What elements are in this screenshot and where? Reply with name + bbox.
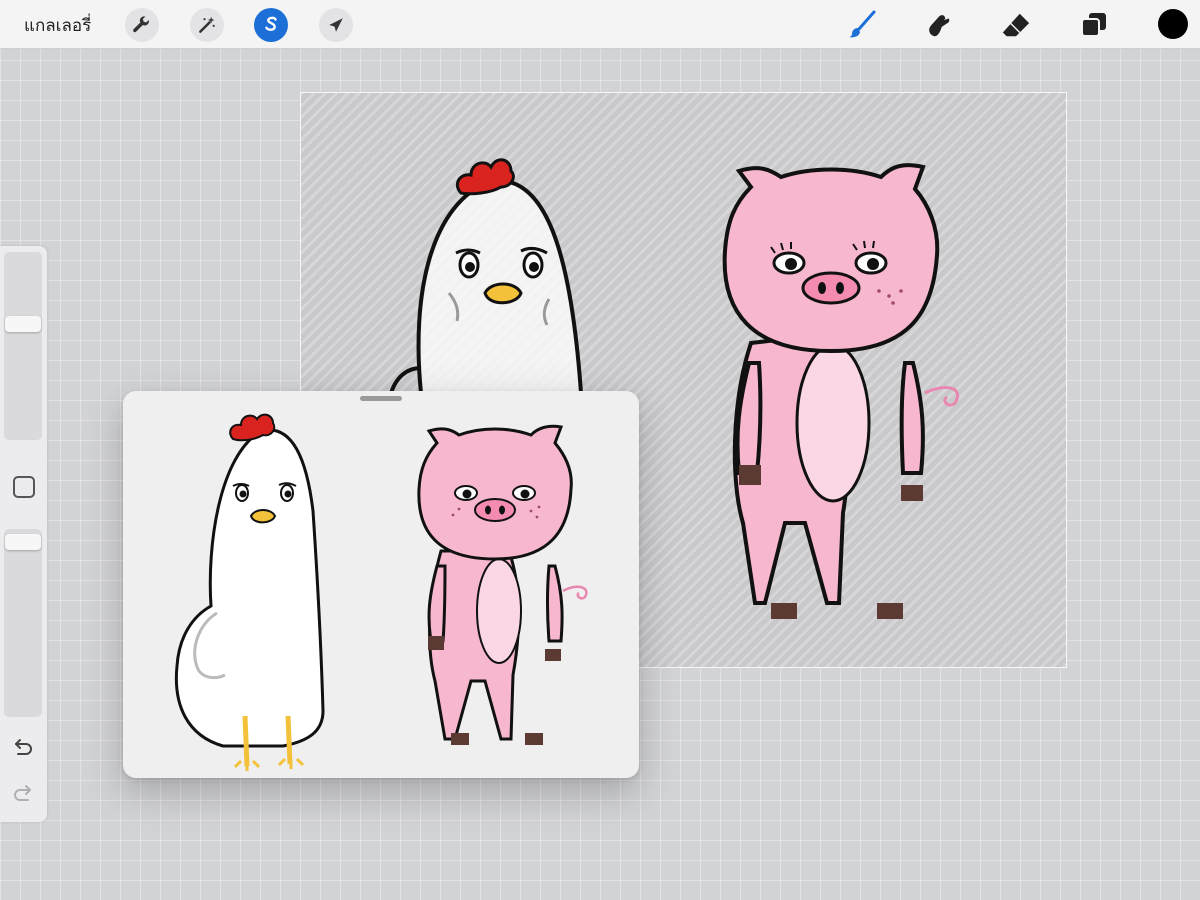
gallery-button[interactable]: แกลเลอรี่ xyxy=(24,12,91,39)
selection-button[interactable] xyxy=(254,8,288,42)
magic-wand-icon xyxy=(199,16,215,33)
transform-button[interactable] xyxy=(319,8,353,42)
modify-button[interactable] xyxy=(13,476,35,498)
brush-size-slider[interactable] xyxy=(4,252,42,440)
eraser-icon xyxy=(1002,13,1030,37)
erase-tool[interactable] xyxy=(998,8,1034,42)
opacity-slider[interactable] xyxy=(4,529,42,717)
brush-icon xyxy=(849,10,876,38)
wrench-icon xyxy=(133,16,149,33)
smudge-icon xyxy=(929,15,950,37)
arrow-cursor-icon xyxy=(329,18,343,32)
selection-s-icon xyxy=(265,16,277,31)
layers-icon xyxy=(1081,13,1106,37)
undo-button[interactable] xyxy=(11,735,35,759)
opacity-slider-thumb[interactable] xyxy=(5,534,41,551)
reference-image xyxy=(174,413,588,771)
reference-window[interactable] xyxy=(123,391,639,778)
top-toolbar: แกลเลอรี่ xyxy=(0,0,1200,49)
layers-tool[interactable] xyxy=(1076,8,1112,42)
color-picker-button[interactable] xyxy=(1158,9,1188,39)
actions-button[interactable] xyxy=(125,8,159,42)
paint-tool[interactable] xyxy=(844,8,880,42)
redo-icon xyxy=(14,785,31,801)
smudge-tool[interactable] xyxy=(920,8,956,42)
left-sidebar xyxy=(0,246,47,822)
brush-size-slider-thumb[interactable] xyxy=(5,316,41,333)
redo-button[interactable] xyxy=(11,781,35,805)
undo-icon xyxy=(15,739,32,755)
adjustments-button[interactable] xyxy=(190,8,224,42)
